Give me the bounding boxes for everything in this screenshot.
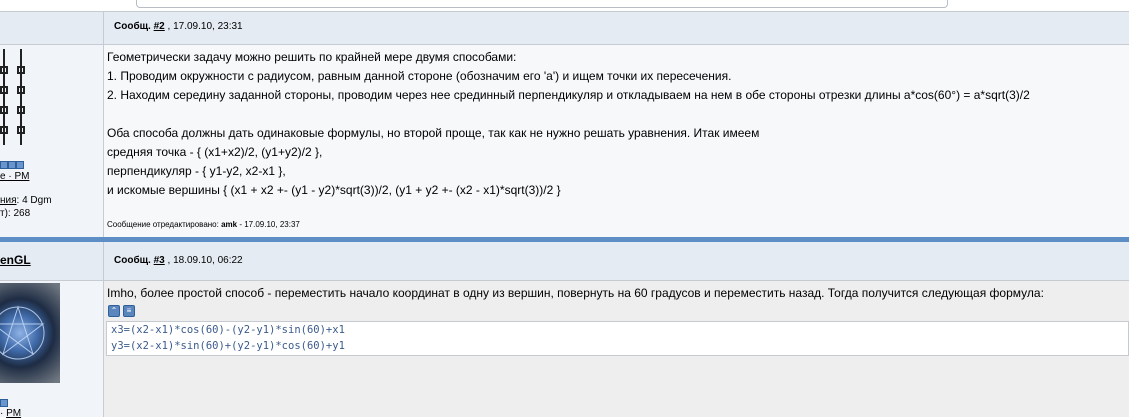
post-2-edit-note: Сообщение отредактировано: amk - 17.09.1… <box>107 220 300 229</box>
post-2-line: 1. Проводим окружности с радиусом, равны… <box>107 69 732 83</box>
post-2-permalink[interactable]: #2 <box>154 21 165 32</box>
rank-bars-icon <box>0 49 25 145</box>
post-3-meta: Сообщ. #3 , 18.09.10, 06:22 <box>114 255 243 266</box>
post-2-line: 2. Находим середину заданной стороны, пр… <box>107 88 1030 102</box>
post-3-header: enGL Сообщ. #3 , 18.09.10, 06:22 <box>0 242 1129 280</box>
code-select-icon[interactable]: ≡ <box>123 305 135 317</box>
rating-star-icon <box>8 161 16 169</box>
post-2-body: Геометрически задачу можно решить по кра… <box>104 45 1129 237</box>
post-3-author-panel: · PM <box>0 281 104 419</box>
pentagram-avatar-icon <box>0 305 45 360</box>
post-3-date: , 18.09.10, 06:22 <box>167 255 243 266</box>
post-2-line: средняя точка - { (x1+x2)/2, (y1+y2)/2 }… <box>107 145 323 159</box>
post-2-date: , 17.09.10, 23:31 <box>167 21 243 32</box>
top-input-box[interactable] <box>136 0 948 8</box>
rating-star-icon <box>0 161 8 169</box>
post-2-author-panel: e · PM ния: 4 Dgm т): 268 <box>0 45 104 237</box>
post-2-author-posts: т): 268 <box>0 208 31 219</box>
post-3-author-header: enGL <box>0 242 104 280</box>
post-2-header: Сообщ. #2 , 17.09.10, 23:31 <box>0 12 1129 44</box>
post-2-line: Геометрически задачу можно решить по кра… <box>107 50 517 64</box>
code-line: y3=(x2-x1)*sin(60)+(y2-y1)*cos(60)+y1 <box>111 340 345 352</box>
post-3-body: Imho, более простой способ - переместить… <box>104 281 1129 417</box>
edit-user: amk <box>221 220 238 229</box>
top-bar <box>0 0 1129 12</box>
post-2-meta-header: Сообщ. #2 , 17.09.10, 23:31 <box>104 12 1129 44</box>
post-3-permalink[interactable]: #3 <box>154 255 165 266</box>
post-label: Сообщ. <box>114 255 151 266</box>
post-2-author-header <box>0 12 104 44</box>
post-3-text: Imho, более простой способ - переместить… <box>107 286 1044 300</box>
post-3-author-name[interactable]: enGL <box>0 253 31 267</box>
code-collapse-icon[interactable]: ⌃ <box>108 305 120 317</box>
code-line: x3=(x2-x1)*cos(60)-(y2-y1)*sin(60)+x1 <box>111 324 345 336</box>
avatar <box>0 283 60 383</box>
post-2-meta: Сообщ. #2 , 17.09.10, 23:31 <box>114 21 243 32</box>
post-2-author-status[interactable]: e · PM <box>0 171 29 182</box>
post-2-line: и искомые вершины { (x1 + x2 +- (y1 - y2… <box>107 183 561 197</box>
post-label: Сообщ. <box>114 21 151 32</box>
post-3-meta-header: Сообщ. #3 , 18.09.10, 06:22 <box>104 242 1129 280</box>
post-3-author-pm[interactable]: · PM <box>0 408 21 419</box>
rating-star-icon <box>0 399 8 407</box>
post-2-author-rating: ния: 4 Dgm <box>0 195 52 206</box>
code-block[interactable]: x3=(x2-x1)*cos(60)-(y2-y1)*sin(60)+x1 y3… <box>106 321 1129 356</box>
post-2-line: Оба способа должны дать одинаковые форму… <box>107 126 760 140</box>
rating-star-icon <box>16 161 24 169</box>
post-2-line: перпендикуляр - { y1-y2, x2-x1 }, <box>107 164 286 178</box>
